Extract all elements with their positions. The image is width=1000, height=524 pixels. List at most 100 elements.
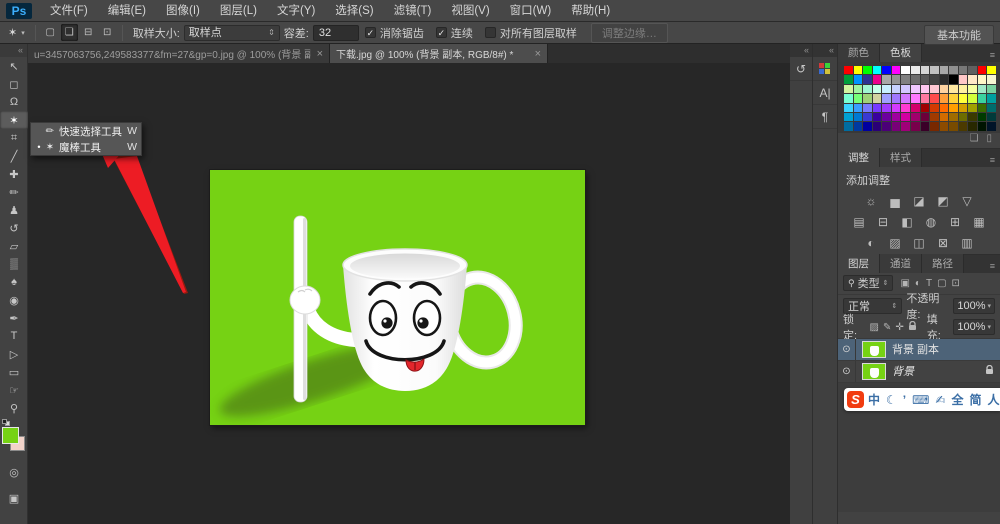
color-swatch[interactable] bbox=[853, 84, 863, 94]
color-swatch[interactable] bbox=[863, 112, 872, 122]
color-swatch[interactable] bbox=[977, 103, 987, 112]
ime-full-label[interactable]: 全 bbox=[952, 391, 964, 408]
color-swatch[interactable] bbox=[939, 112, 949, 122]
color-swatch[interactable] bbox=[949, 66, 958, 75]
quick-mask-button[interactable]: ◎ bbox=[0, 463, 28, 481]
intersect-selection-icon[interactable]: ⊡ bbox=[99, 24, 116, 41]
selective-color-icon[interactable]: ⊠ bbox=[935, 236, 952, 251]
color-swatch[interactable] bbox=[949, 112, 958, 122]
color-swatch[interactable] bbox=[949, 103, 958, 112]
color-swatch[interactable] bbox=[987, 66, 996, 75]
color-swatch[interactable] bbox=[987, 84, 996, 94]
menu-item[interactable]: 窗口(W) bbox=[500, 0, 562, 22]
move-tool[interactable]: ↖ bbox=[0, 57, 28, 75]
layer-filter-select[interactable]: ⚲ 类型 ⇕ bbox=[843, 275, 894, 292]
menu-item[interactable]: 文字(Y) bbox=[267, 0, 325, 22]
vibrance-icon[interactable]: ▽ bbox=[959, 194, 976, 209]
menu-item-quick-selection-tool[interactable]: ✏ 快速选择工具 W bbox=[31, 123, 141, 139]
fill-input[interactable]: 100% ▾ bbox=[953, 319, 995, 336]
tab-color[interactable]: 颜色 bbox=[838, 43, 880, 62]
color-swatch[interactable] bbox=[958, 112, 968, 122]
invert-icon[interactable]: ◐ bbox=[863, 236, 880, 251]
color-swatch[interactable] bbox=[844, 75, 853, 84]
color-swatch[interactable] bbox=[863, 75, 872, 84]
color-swatch[interactable] bbox=[939, 94, 949, 103]
color-swatch[interactable] bbox=[863, 94, 872, 103]
shape-tool[interactable]: ▭ bbox=[0, 363, 28, 381]
color-swatch[interactable] bbox=[968, 75, 977, 84]
color-swatch[interactable] bbox=[863, 103, 872, 112]
color-swatch[interactable] bbox=[958, 94, 968, 103]
color-swatch[interactable] bbox=[844, 66, 853, 75]
clone-stamp-tool[interactable]: ♟ bbox=[0, 201, 28, 219]
color-swatch[interactable] bbox=[930, 66, 939, 75]
color-swatch[interactable] bbox=[891, 103, 901, 112]
panel-menu-icon[interactable]: ≡ bbox=[990, 261, 1000, 273]
tolerance-input[interactable]: 32 bbox=[312, 24, 359, 41]
color-swatch[interactable] bbox=[844, 103, 853, 112]
add-selection-icon[interactable]: ❏ bbox=[60, 24, 78, 41]
color-swatch[interactable] bbox=[910, 84, 920, 94]
color-swatch[interactable] bbox=[872, 94, 882, 103]
new-selection-icon[interactable]: ▢ bbox=[42, 24, 59, 41]
ime-punct-icon[interactable]: ’ bbox=[903, 393, 906, 407]
color-swatch[interactable] bbox=[920, 103, 930, 112]
menu-item[interactable]: 图像(I) bbox=[156, 0, 210, 22]
color-swatch[interactable] bbox=[844, 122, 853, 131]
lock-all-icon[interactable] bbox=[908, 320, 917, 334]
ime-simp-label[interactable]: 简 bbox=[970, 391, 982, 408]
color-swatch[interactable] bbox=[958, 84, 968, 94]
screen-mode-button[interactable]: ▣ bbox=[0, 489, 28, 507]
filter-smart-icon[interactable]: ⊡ bbox=[952, 278, 960, 289]
color-swatch[interactable] bbox=[949, 75, 958, 84]
visibility-eye-icon[interactable]: ⊙ bbox=[838, 338, 856, 360]
tab-channels[interactable]: 通道 bbox=[880, 253, 922, 273]
expand-dock-icon[interactable]: « bbox=[790, 44, 812, 57]
close-icon[interactable]: × bbox=[535, 48, 541, 60]
color-swatch[interactable] bbox=[853, 112, 863, 122]
color-swatch[interactable] bbox=[977, 75, 987, 84]
hue-saturation-icon[interactable]: ▤ bbox=[851, 215, 868, 230]
hand-tool[interactable]: ☞ bbox=[0, 381, 28, 399]
color-swatch[interactable] bbox=[939, 75, 949, 84]
color-swatch[interactable] bbox=[977, 94, 987, 103]
color-swatch[interactable] bbox=[863, 84, 872, 94]
color-swatch[interactable] bbox=[853, 66, 863, 75]
color-swatch[interactable] bbox=[920, 84, 930, 94]
photoshop-logo[interactable]: Ps bbox=[6, 2, 32, 19]
color-swatch[interactable] bbox=[968, 112, 977, 122]
paragraph-panel-icon[interactable]: ¶ bbox=[813, 105, 837, 129]
color-swatch[interactable] bbox=[968, 94, 977, 103]
color-swatch[interactable] bbox=[901, 103, 910, 112]
color-swatch[interactable] bbox=[920, 75, 930, 84]
color-swatch[interactable] bbox=[939, 122, 949, 131]
color-swatch[interactable] bbox=[901, 94, 910, 103]
color-swatch[interactable] bbox=[901, 75, 910, 84]
eyedropper-tool[interactable]: ╱ bbox=[0, 147, 28, 165]
color-swatch[interactable] bbox=[977, 122, 987, 131]
color-swatch[interactable] bbox=[958, 66, 968, 75]
color-swatch[interactable] bbox=[872, 75, 882, 84]
history-panel-icon[interactable]: ↺ bbox=[790, 57, 812, 81]
tab-adjustments[interactable]: 调整 bbox=[838, 147, 880, 167]
color-swatch[interactable] bbox=[910, 103, 920, 112]
gradient-map-icon[interactable]: ▥ bbox=[959, 236, 976, 251]
color-swatch[interactable] bbox=[939, 66, 949, 75]
panel-menu-icon[interactable]: ≡ bbox=[990, 50, 1000, 62]
ime-moon-icon[interactable]: ☾ bbox=[886, 393, 897, 407]
blur-tool[interactable]: ♠ bbox=[0, 273, 28, 291]
layer-thumbnail[interactable] bbox=[862, 362, 886, 380]
tool-preset-picker[interactable]: ✶ ▾ bbox=[0, 26, 29, 39]
healing-brush-tool[interactable]: ✚ bbox=[0, 165, 28, 183]
menu-item[interactable]: 编辑(E) bbox=[98, 0, 156, 22]
channel-mixer-icon[interactable]: ⊞ bbox=[947, 215, 964, 230]
color-swatch[interactable] bbox=[863, 122, 872, 131]
refine-edge-button[interactable]: 调整边缘… bbox=[590, 22, 668, 43]
color-swatch[interactable] bbox=[930, 84, 939, 94]
opacity-input[interactable]: 100% ▾ bbox=[953, 297, 995, 314]
layer-row-background[interactable]: ⊙ 背景 bbox=[838, 360, 1000, 383]
subtract-selection-icon[interactable]: ⊟ bbox=[80, 24, 97, 41]
color-swatch[interactable] bbox=[987, 94, 996, 103]
color-swatch[interactable] bbox=[977, 112, 987, 122]
color-swatch[interactable] bbox=[853, 122, 863, 131]
